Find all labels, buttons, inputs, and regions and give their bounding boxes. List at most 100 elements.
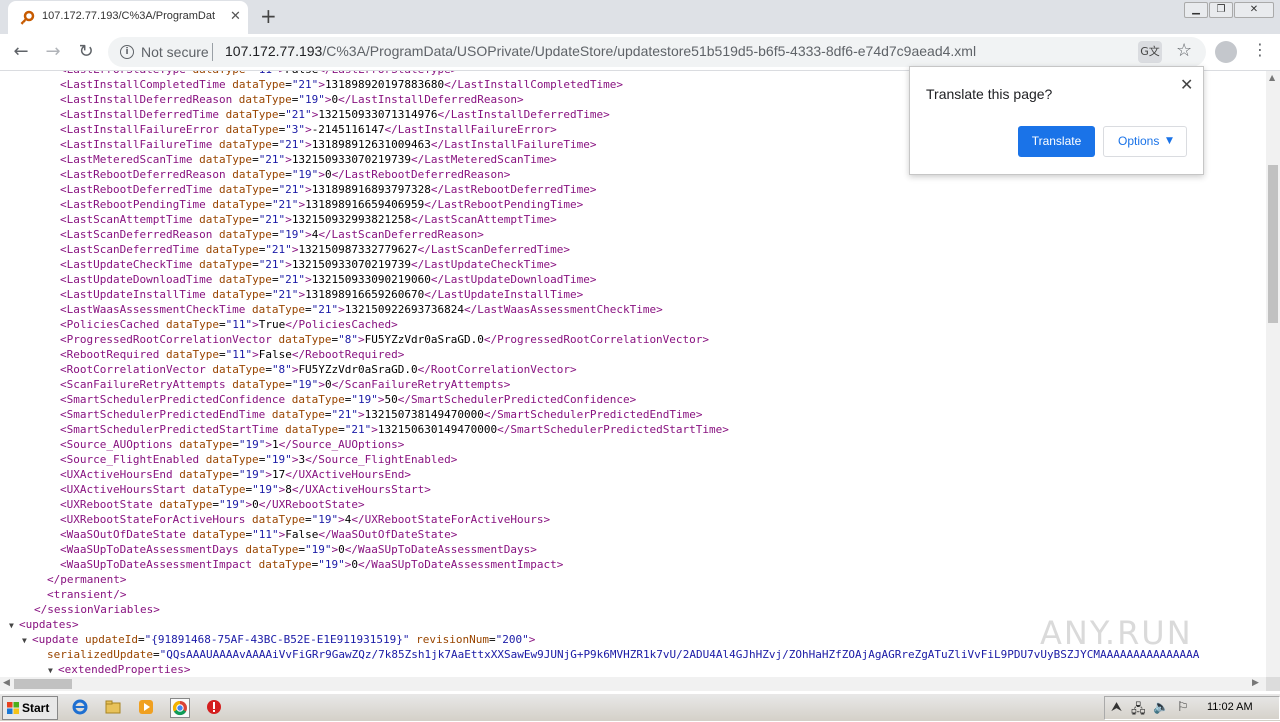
xml-attr-value: "19": [252, 483, 279, 496]
xml-line: <SmartSchedulerPredictedConfidence dataT…: [0, 392, 1199, 407]
xml-equals: =: [488, 633, 496, 646]
xml-open-tag: <ScanFailureRetryAttempts: [60, 378, 226, 391]
xml-close-tag: </UXRebootState>: [258, 498, 365, 511]
volume-icon[interactable]: 🔈: [1153, 700, 1169, 715]
scroll-right-icon[interactable]: ▶: [1252, 678, 1259, 688]
folder-icon[interactable]: [104, 698, 122, 716]
minimize-button[interactable]: ▁: [1184, 2, 1208, 18]
forward-button[interactable]: →: [42, 41, 64, 63]
menu-icon[interactable]: ⋮: [1252, 40, 1268, 59]
horizontal-scrollbar[interactable]: ◀ ▶: [0, 677, 1266, 691]
start-button[interactable]: Start: [2, 696, 58, 720]
xml-open-tag: <Source_AUOptions: [60, 438, 173, 451]
security-label[interactable]: Not secure: [141, 44, 209, 60]
xml-close-tag: </LastUpdateInstallTime>: [424, 288, 584, 301]
scroll-up-icon[interactable]: ▲: [1269, 73, 1275, 82]
url-host: 107.172.77.193: [225, 43, 323, 59]
xml-line: <LastWaasAssessmentCheckTime dataType="2…: [0, 302, 1199, 317]
xml-equals: =: [218, 318, 226, 331]
xml-equals: =: [305, 513, 312, 526]
xml-close-tag: </LastInstallCompletedTime>: [444, 78, 623, 91]
show-hidden-icons-icon[interactable]: ⮝: [1111, 700, 1122, 715]
browser-tab[interactable]: 107.172.77.193/C%3A/ProgramDat ✕: [8, 1, 248, 34]
xml-text-value: 132150987332779627: [298, 243, 418, 256]
scroll-left-icon[interactable]: ◀: [3, 678, 10, 688]
vertical-scroll-thumb[interactable]: [1268, 165, 1278, 323]
translate-icon[interactable]: G文: [1138, 41, 1162, 63]
xml-line: <PoliciesCached dataType="11">True</Poli…: [0, 317, 1199, 332]
xml-attr-name: dataType: [172, 438, 233, 451]
xml-attr-value: "19": [218, 498, 246, 511]
xml-attr-name: dataType: [238, 543, 299, 556]
xml-close-tag: </UXActiveHoursEnd>: [285, 468, 412, 481]
media-player-icon[interactable]: [137, 698, 155, 716]
anyrun-watermark: ANY.RUN: [1040, 614, 1193, 652]
xml-line: <SmartSchedulerPredictedStartTime dataTy…: [0, 422, 1199, 437]
back-button[interactable]: ←: [10, 41, 32, 63]
info-icon[interactable]: i: [120, 45, 134, 59]
start-label: Start: [22, 701, 50, 715]
url-text[interactable]: 107.172.77.193/C%3A/ProgramData/USOPriva…: [225, 43, 976, 59]
stop-icon[interactable]: [205, 698, 223, 716]
xml-text-value: 132150933071314976: [318, 108, 438, 121]
xml-attr-name: dataType: [212, 273, 272, 286]
xml-tag: </permanent>: [47, 573, 127, 586]
xml-open-tag: <UXActiveHoursStart: [60, 483, 186, 496]
vertical-scrollbar[interactable]: ▲: [1266, 71, 1280, 677]
xml-equals: =: [137, 633, 145, 646]
xml-line: <WaaSUpToDateAssessmentImpact dataType="…: [0, 557, 1199, 572]
xml-text-value: 132150932993821258: [291, 213, 412, 226]
bookmark-star-icon[interactable]: ☆: [1176, 40, 1192, 61]
xml-attr-name: dataType: [185, 483, 246, 496]
expand-toggle-icon[interactable]: ▼: [48, 663, 58, 677]
xml-attr-name: dataType: [225, 78, 286, 91]
xml-open-tag: <WaaSOutOfDateState: [60, 528, 186, 541]
restore-button[interactable]: ❐: [1209, 2, 1233, 18]
xml-line: <LastScanDeferredTime dataType="21">1321…: [0, 242, 1199, 257]
xml-close-tag: </LastScanDeferredReason>: [318, 228, 484, 241]
xml-attr-value: "19": [298, 93, 325, 106]
xml-attr-name: dataType: [192, 258, 253, 271]
xml-tag: <updates>: [19, 618, 79, 631]
expand-toggle-icon[interactable]: ▼: [22, 633, 32, 648]
xml-close-tag: </LastRebootDeferredReason>: [331, 168, 511, 181]
xml-open-tag-end: >: [252, 318, 259, 331]
xml-text-value: True: [258, 318, 286, 331]
xml-text-value: 132150933070219739: [291, 258, 412, 271]
xml-attr-name: dataType: [159, 318, 219, 331]
xml-open-tag-end: >: [358, 408, 365, 421]
network-icon[interactable]: 🖧: [1131, 700, 1146, 722]
chrome-icon[interactable]: [170, 698, 190, 718]
internet-explorer-icon[interactable]: [71, 698, 89, 716]
expand-toggle-icon[interactable]: ▼: [9, 618, 19, 633]
options-button[interactable]: Options ▼: [1103, 126, 1187, 157]
address-bar[interactable]: i Not secure 107.172.77.193/C%3A/Program…: [108, 37, 1206, 67]
xml-attr-name: dataType: [285, 393, 345, 406]
tab-close-icon[interactable]: ✕: [230, 9, 241, 24]
xml-text-value: 50: [384, 393, 398, 406]
close-window-button[interactable]: ✕: [1234, 2, 1274, 18]
reload-button[interactable]: ↻: [75, 41, 97, 63]
xml-attr-value: "21": [278, 138, 306, 151]
xml-line: <LastScanDeferredReason dataType="19">4<…: [0, 227, 1199, 242]
horizontal-scroll-thumb[interactable]: [14, 679, 72, 689]
action-center-flag-icon[interactable]: ⚐: [1177, 700, 1189, 715]
xml-open-tag-end: >: [528, 633, 536, 646]
popup-close-icon[interactable]: ✕: [1180, 75, 1193, 94]
xml-text-value: False: [285, 528, 319, 541]
xml-attr-value: "21": [278, 273, 306, 286]
new-tab-button[interactable]: +: [260, 4, 277, 28]
xml-open-tag: <LastUpdateInstallTime: [60, 288, 206, 301]
xml-text-value: 132150933090219060: [311, 273, 431, 286]
xml-line: <UXRebootState dataType="19">0</UXReboot…: [0, 497, 1199, 512]
clock[interactable]: 11:02 AM: [1207, 701, 1253, 713]
xml-attr-value: "21": [258, 153, 286, 166]
translate-button[interactable]: Translate: [1018, 126, 1095, 157]
xml-open-tag: <LastScanAttemptTime: [60, 213, 193, 226]
xml-text-value: 131898912631009463: [311, 138, 431, 151]
xml-attr-value: "19": [265, 453, 292, 466]
xml-line: <WaaSOutOfDateState dataType="11">False<…: [0, 527, 1199, 542]
profile-avatar-icon[interactable]: [1215, 41, 1237, 63]
xml-open-tag-end: >: [305, 123, 312, 136]
popup-title: Translate this page?: [926, 86, 1053, 102]
